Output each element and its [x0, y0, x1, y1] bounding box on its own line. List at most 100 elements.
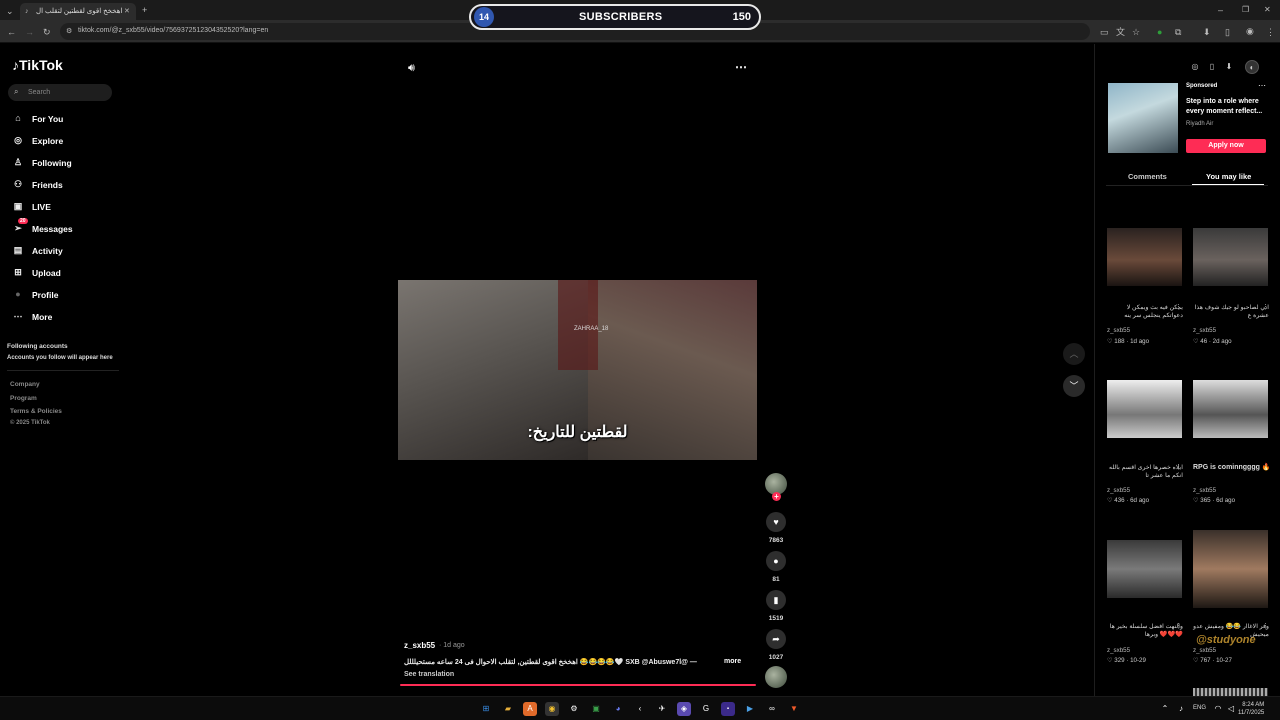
back-icon[interactable]: ←: [7, 27, 16, 37]
video-progress-bar[interactable]: [400, 684, 756, 686]
clock[interactable]: 8:24 AM 11/7/2025: [1238, 701, 1264, 717]
phone-icon[interactable]: ▯: [1205, 60, 1219, 74]
video-caption[interactable]: اني لصاحبو لو جيك شوف هذا عشرة ع: [1191, 304, 1269, 320]
file-explorer-icon[interactable]: ▰: [501, 702, 515, 716]
install-icon[interactable]: ▭: [1100, 27, 1109, 37]
video-author[interactable]: z_sxb55: [1193, 487, 1216, 494]
see-translation-link[interactable]: See translation: [404, 671, 454, 678]
app-icon[interactable]: A: [523, 702, 537, 716]
sidebar-item-upload[interactable]: ⊞ Upload: [12, 265, 112, 281]
video-more-options-icon[interactable]: ⋯: [735, 60, 747, 74]
sidebar-item-following[interactable]: ♙ Following: [12, 155, 112, 171]
maximize-icon[interactable]: ❐: [1242, 5, 1249, 15]
description-more-link[interactable]: more: [724, 658, 741, 665]
search-input[interactable]: ⌕ Search: [8, 84, 112, 101]
downloads-icon[interactable]: ⬇: [1203, 27, 1211, 37]
steam-icon[interactable]: ✈: [655, 702, 669, 716]
compass-icon[interactable]: ◎: [1188, 60, 1202, 74]
video-thumbnail[interactable]: [1193, 688, 1268, 696]
video-author[interactable]: z_sxb55: [1107, 487, 1130, 494]
more-icon[interactable]: ⋮: [1175, 622, 1182, 630]
wifi-icon[interactable]: ◠: [1211, 702, 1225, 716]
video-thumbnail[interactable]: [1193, 530, 1268, 608]
share-button[interactable]: ➦: [766, 629, 786, 649]
more-icon[interactable]: ⋮: [1262, 463, 1269, 471]
volume-icon[interactable]: ◁: [1224, 702, 1238, 716]
footer-program[interactable]: Program: [10, 395, 37, 402]
comment-button[interactable]: ●: [766, 551, 786, 571]
more-icon[interactable]: ⋮: [1175, 463, 1182, 471]
video-thumbnail[interactable]: [1193, 380, 1268, 438]
sidebar-item-activity[interactable]: ▤ Activity: [12, 243, 112, 259]
windows-start-icon[interactable]: ⊞: [479, 702, 493, 716]
chrome-icon[interactable]: ◉: [545, 702, 559, 716]
sound-avatar[interactable]: [765, 666, 787, 688]
save-button[interactable]: ▮: [766, 590, 786, 610]
obs-icon[interactable]: ▶: [743, 702, 757, 716]
app-icon[interactable]: ◈: [677, 702, 691, 716]
video-thumbnail[interactable]: [1193, 228, 1268, 286]
previous-video-button[interactable]: ︿: [1063, 343, 1085, 365]
app-icon[interactable]: ∞: [765, 702, 779, 716]
footer-company[interactable]: Company: [10, 381, 40, 388]
video-author[interactable]: z_sxb55: [1193, 647, 1216, 654]
video-thumbnail[interactable]: [1107, 380, 1182, 438]
next-video-button[interactable]: ﹀: [1063, 375, 1085, 397]
close-window-icon[interactable]: ✕: [1264, 5, 1271, 15]
discord-icon[interactable]: ◕: [611, 702, 625, 716]
minimize-icon[interactable]: –: [1218, 5, 1223, 15]
more-icon[interactable]: ⋮: [1262, 622, 1269, 630]
sidebar-item-profile[interactable]: ● Profile: [12, 287, 112, 303]
browser-tab[interactable]: ♪ اهخخخ اقوى لقطتين لتقلب ال ✕: [20, 3, 136, 20]
tab-close-icon[interactable]: ✕: [124, 7, 130, 17]
translate-icon[interactable]: 文: [1116, 27, 1125, 37]
sidebar-item-friends[interactable]: ⚇ Friends: [12, 177, 112, 193]
sidebar-item-for-you[interactable]: ⌂ For You: [12, 111, 112, 127]
app-icon[interactable]: ‹: [633, 702, 647, 716]
video-player[interactable]: ZAHRAA_18 لقطتين للتاريخ:: [398, 280, 757, 460]
download-icon[interactable]: ⬇: [1222, 60, 1236, 74]
video-thumbnail[interactable]: [1107, 228, 1182, 286]
video-author[interactable]: z_sxb55: [1193, 327, 1216, 334]
apply-now-button[interactable]: Apply now: [1186, 139, 1266, 153]
google-icon[interactable]: G: [699, 702, 713, 716]
video-caption[interactable]: يمكن فيه بث ويمكن لا دعواتكم ينجلس سر ين…: [1105, 304, 1183, 320]
sidebar-item-messages[interactable]: ➢ 20 Messages: [12, 218, 112, 237]
site-info-icon[interactable]: ⚙: [66, 27, 72, 37]
bookmark-star-icon[interactable]: ☆: [1132, 27, 1140, 37]
split-icon[interactable]: ▯: [1225, 27, 1230, 37]
user-avatar[interactable]: ◐: [1245, 60, 1259, 74]
terminal-icon[interactable]: ▣: [589, 702, 603, 716]
sidebar-item-live[interactable]: ▣ LIVE: [12, 199, 112, 215]
tab-list-icon[interactable]: ⌄: [6, 6, 14, 16]
footer-terms[interactable]: Terms & Policies: [10, 408, 62, 415]
extension-green-icon[interactable]: ●: [1157, 27, 1162, 37]
reload-icon[interactable]: ↻: [43, 27, 51, 37]
brave-icon[interactable]: ▼: [787, 702, 801, 716]
video-author[interactable]: z_sxb55: [1107, 327, 1130, 334]
like-button[interactable]: ♥: [766, 512, 786, 532]
app-icon[interactable]: ▪: [721, 702, 735, 716]
follow-plus-icon[interactable]: +: [772, 492, 781, 501]
language-indicator[interactable]: ENG: [1193, 705, 1206, 711]
tiktok-logo[interactable]: ♪TikTok: [12, 57, 63, 73]
ad-thumbnail[interactable]: [1108, 83, 1178, 153]
video-author[interactable]: z_sxb55: [1107, 647, 1130, 654]
ad-more-icon[interactable]: ⋯: [1258, 81, 1266, 90]
sidebar-item-more[interactable]: ⋯ More: [12, 309, 112, 325]
video-caption[interactable]: RPG is cominngggg 🔥: [1193, 464, 1271, 472]
volume-icon[interactable]: 🔊︎: [408, 62, 415, 75]
tab-you-may-like[interactable]: You may like: [1206, 172, 1251, 181]
tray-chevron-icon[interactable]: ⌃: [1158, 702, 1172, 716]
tab-comments[interactable]: Comments: [1128, 172, 1167, 181]
profile-avatar-icon[interactable]: ◉: [1246, 26, 1254, 36]
new-tab-icon[interactable]: +: [142, 5, 147, 15]
video-caption[interactable]: والنهت افضل سلسلة بخير ها ❤️❤️❤️ وبرها: [1105, 623, 1183, 639]
video-caption[interactable]: ايلاه خصرها اخرى اقسم بالله انكم ما عشر …: [1105, 464, 1183, 480]
video-thumbnail[interactable]: [1107, 540, 1182, 598]
more-icon[interactable]: ⋮: [1262, 303, 1269, 311]
microphone-icon[interactable]: ♪: [1174, 702, 1188, 716]
extensions-icon[interactable]: ⧉: [1175, 27, 1181, 37]
more-icon[interactable]: ⋮: [1175, 303, 1182, 311]
forward-icon[interactable]: →: [25, 27, 34, 37]
